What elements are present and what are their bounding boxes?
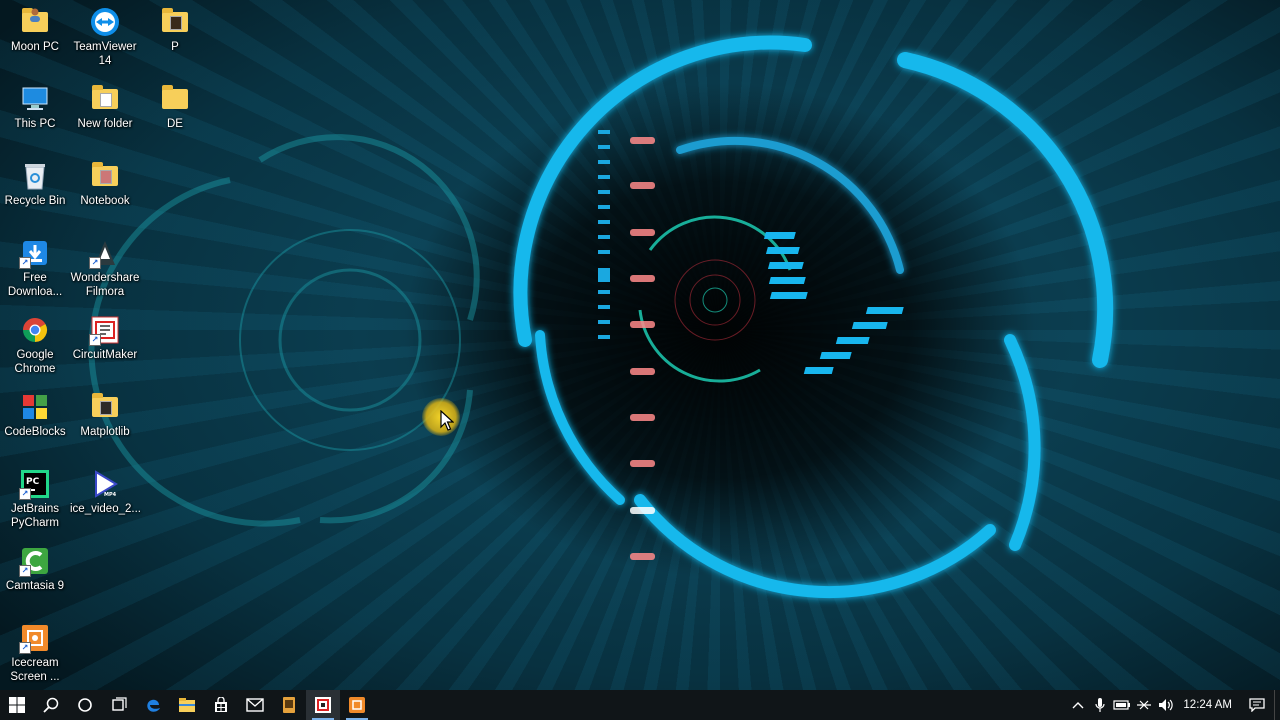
task-view-icon	[112, 697, 127, 711]
task-view-button[interactable]	[102, 690, 136, 720]
desktop-icon-label: ice_video_2...	[70, 503, 141, 515]
show-desktop-button[interactable]	[1274, 690, 1280, 720]
desktop-icon-free-download-manager[interactable]: ↗ Free Downloa...	[0, 231, 70, 299]
desktop-icon-label: CircuitMaker	[72, 349, 138, 361]
action-center-button[interactable]	[1240, 690, 1274, 720]
desktop-icon-label: TeamViewer 14	[73, 41, 137, 67]
teamviewer-icon	[89, 6, 121, 38]
desktop-icon-label: Camtasia 9	[5, 580, 65, 592]
desktop-icon-matplotlib[interactable]: Matplotlib	[70, 385, 140, 439]
edge-icon	[147, 699, 160, 712]
desktop-icon-label: Icecream Screen ...	[10, 657, 60, 683]
volume-tray-button[interactable]	[1155, 690, 1177, 720]
desktop-icon-label: Moon PC	[11, 41, 59, 53]
battery-tray-button[interactable]	[1111, 690, 1133, 720]
desktop-icon-this-pc[interactable]: This PC	[0, 77, 70, 131]
computer-icon	[19, 83, 51, 115]
download-manager-icon: ↗	[19, 237, 51, 269]
network-tray-button[interactable]	[1133, 690, 1155, 720]
desktop-icon-label: Notebook	[80, 195, 130, 207]
desktop-icon-de[interactable]: DE	[140, 77, 210, 131]
desktop-icon-label: JetBrains PyCharm	[11, 503, 59, 529]
document-icon	[89, 391, 121, 423]
mail-icon	[246, 698, 264, 712]
system-tray: 12:24 AM	[1067, 690, 1280, 720]
desktop-icon-recycle-bin[interactable]: Recycle Bin	[0, 154, 70, 208]
icecream-recorder-icon: ↗	[19, 622, 51, 654]
svg-text:MP4: MP4	[104, 492, 117, 498]
desktop-icon-camtasia[interactable]: ↗ Camtasia 9	[0, 539, 70, 593]
codeblocks-icon	[19, 391, 51, 423]
desktop-icon-label: Google Chrome	[14, 349, 56, 375]
notification-icon	[1249, 698, 1265, 712]
taskbar-app-edge[interactable]	[136, 690, 170, 720]
store-icon	[215, 697, 227, 712]
icecream-recorder-icon	[349, 697, 365, 713]
taskbar-app-mail[interactable]	[238, 690, 272, 720]
desktop-icon-label: CodeBlocks	[4, 426, 66, 438]
pycharm-icon: PC ↗	[19, 468, 51, 500]
file-explorer-icon	[179, 698, 195, 712]
document-icon	[159, 6, 191, 38]
desktop-icon-circuitmaker[interactable]: ↗ CircuitMaker	[70, 308, 140, 362]
folder-icon	[159, 83, 191, 115]
microphone-tray-button[interactable]	[1089, 690, 1111, 720]
desktop-icon-ice-video[interactable]: MP4 ice_video_2...	[70, 462, 141, 516]
circuitmaker-icon	[315, 697, 331, 713]
volume-icon	[1159, 699, 1174, 711]
network-icon	[1137, 700, 1152, 710]
battery-icon	[1113, 700, 1131, 710]
desktop-icon-label: Free Downloa...	[7, 272, 63, 298]
desktop-icon-google-chrome[interactable]: Google Chrome	[0, 308, 70, 376]
show-hidden-icons-button[interactable]	[1067, 690, 1089, 720]
desktop-icon-label: New folder	[77, 118, 133, 130]
desktop-icon-teamviewer[interactable]: TeamViewer 14	[70, 0, 140, 68]
desktop-icon-new-folder[interactable]: New folder	[70, 77, 140, 131]
cortana-button[interactable]	[68, 690, 102, 720]
desktop-icon-label: DE	[167, 118, 183, 130]
desktop-icon-label: P	[171, 41, 179, 53]
cortana-icon	[78, 698, 92, 712]
start-button[interactable]	[0, 690, 34, 720]
folder-icon	[89, 160, 121, 192]
desktop-icon-label: Wondershare Filmora	[70, 272, 140, 298]
desktop-icon-icecream-screen-recorder[interactable]: ↗ Icecream Screen ...	[0, 616, 70, 684]
circuitmaker-icon: ↗	[89, 314, 121, 346]
desktop-icon-label: Recycle Bin	[4, 195, 66, 207]
chevron-up-icon	[1072, 702, 1084, 709]
taskbar-app-file-explorer[interactable]	[170, 690, 204, 720]
taskbar-app-video-editor[interactable]	[272, 690, 306, 720]
desktop-icon-label: Matplotlib	[80, 426, 130, 438]
taskbar-app-icecream-recorder[interactable]	[340, 690, 374, 720]
mouse-pointer-icon	[440, 410, 454, 431]
desktop-icon-p[interactable]: P	[140, 0, 210, 54]
mp4-video-icon: MP4	[89, 468, 121, 500]
taskbar-app-store[interactable]	[204, 690, 238, 720]
filmora-icon: ↗	[89, 237, 121, 269]
desktop-icon-moon-pc[interactable]: Moon PC	[0, 0, 70, 54]
desktop-icon-wondershare-filmora[interactable]: ↗ Wondershare Filmora	[70, 231, 140, 299]
recycle-bin-icon	[19, 160, 51, 192]
camtasia-icon: ↗	[19, 545, 51, 577]
taskbar-clock[interactable]: 12:24 AM	[1177, 699, 1240, 711]
desktop-icon-jetbrains-pycharm[interactable]: PC ↗ JetBrains PyCharm	[0, 462, 70, 530]
desktop-icon-codeblocks[interactable]: CodeBlocks	[0, 385, 70, 439]
video-editor-icon	[283, 697, 295, 713]
folder-icon	[89, 83, 121, 115]
chrome-icon	[19, 314, 51, 346]
svg-text:PC: PC	[26, 477, 40, 487]
search-icon	[43, 697, 59, 713]
taskbar-app-circuitmaker[interactable]	[306, 690, 340, 720]
search-button[interactable]	[34, 690, 68, 720]
desktop-icon-label: This PC	[14, 118, 56, 130]
taskbar: 12:24 AM	[0, 690, 1280, 720]
microphone-icon	[1095, 698, 1106, 712]
user-folder-icon	[19, 6, 51, 38]
desktop-icon-notebook[interactable]: Notebook	[70, 154, 140, 208]
windows-start-icon	[9, 697, 25, 713]
